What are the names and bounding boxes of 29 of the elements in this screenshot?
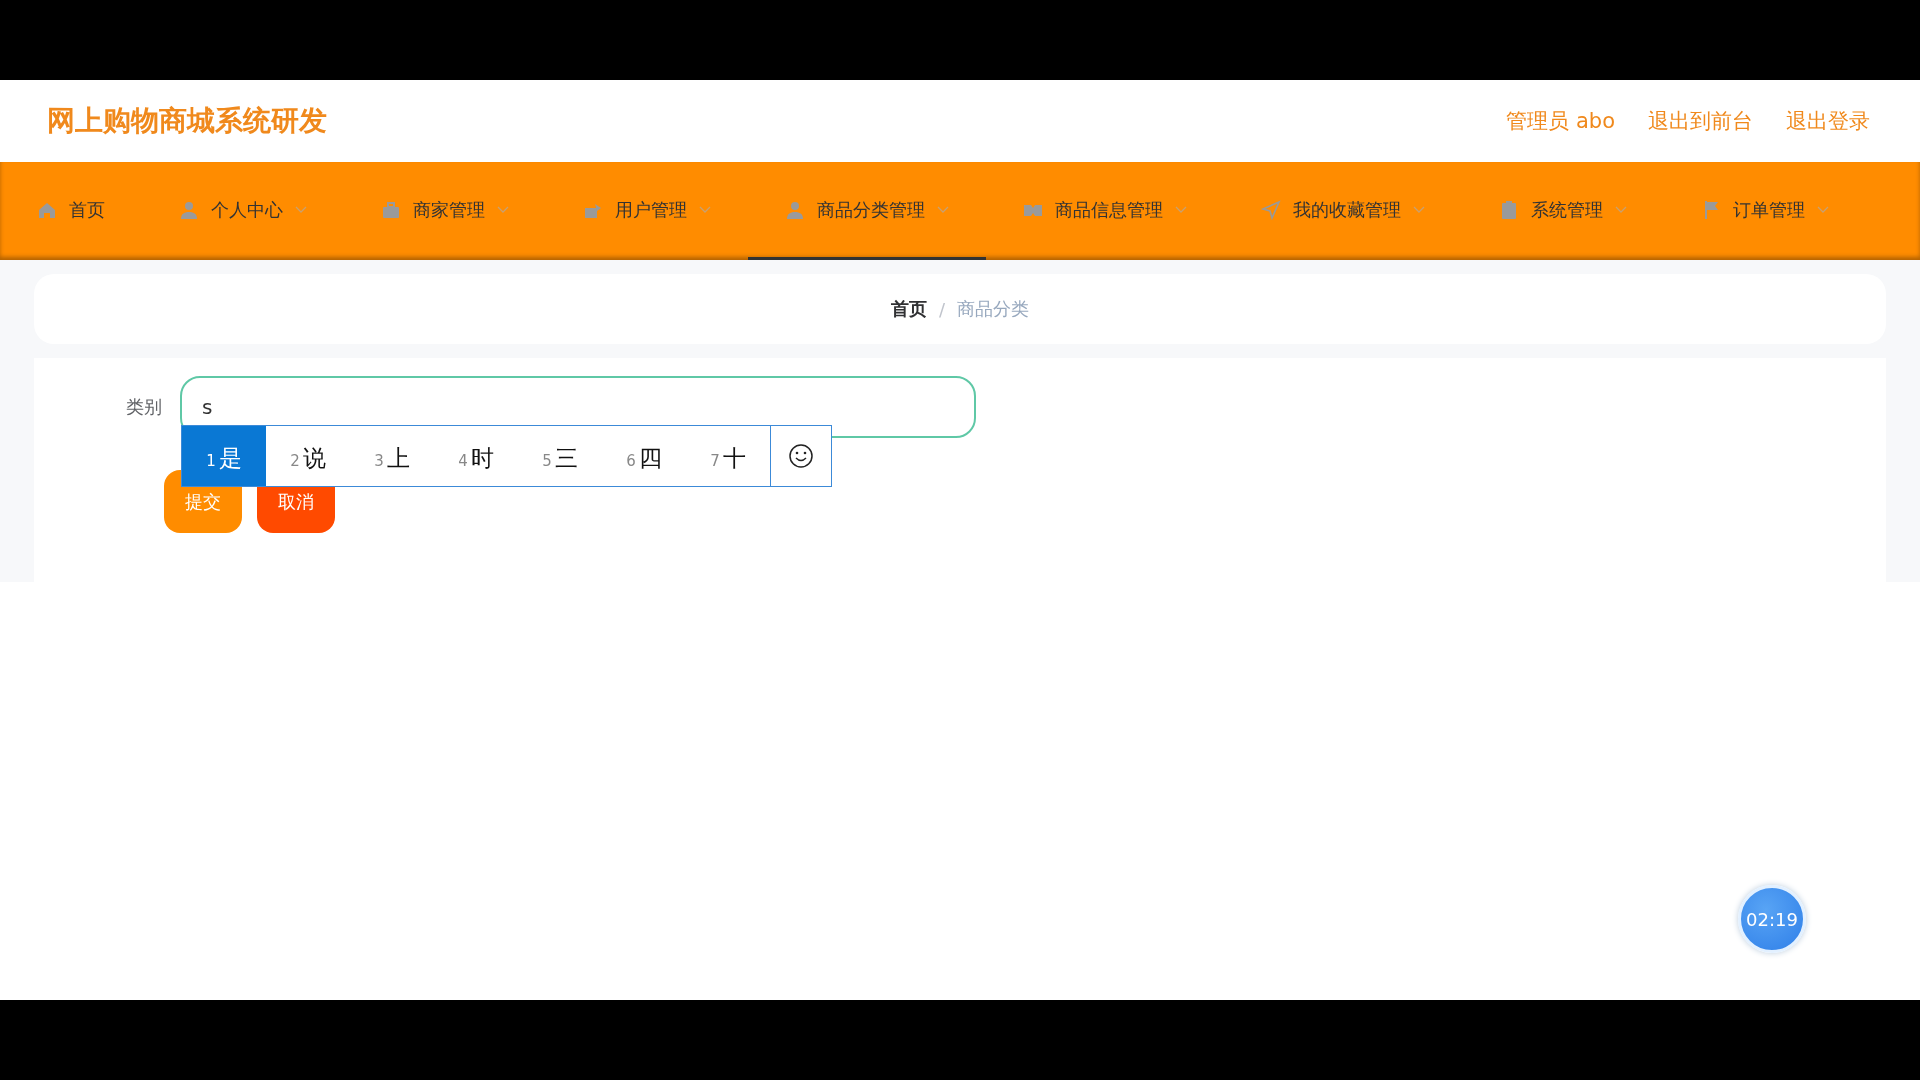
- timer-badge[interactable]: 02:19: [1738, 885, 1806, 953]
- clipboard-icon: [1499, 199, 1519, 220]
- field-label: 类别: [125, 395, 162, 419]
- nav-item[interactable]: 首页: [0, 162, 142, 260]
- nav-label: 系统管理: [1531, 197, 1603, 222]
- smiley-icon: [788, 443, 814, 469]
- nav-item[interactable]: 商家管理: [344, 162, 546, 260]
- nav-label: 商品分类管理: [817, 197, 925, 222]
- user-icon: [179, 199, 199, 220]
- nav-label: 个人中心: [211, 197, 283, 222]
- nav-label: 商品信息管理: [1055, 197, 1163, 222]
- nav-label: 订单管理: [1733, 197, 1805, 222]
- nav-label: 我的收藏管理: [1293, 197, 1401, 222]
- nav-item[interactable]: 商品信息管理: [986, 162, 1224, 260]
- briefcase-icon: [381, 199, 401, 220]
- nav-item[interactable]: 用户管理: [546, 162, 748, 260]
- nav-item[interactable]: 个人中心: [142, 162, 344, 260]
- user-icon: [785, 199, 805, 220]
- breadcrumb-item[interactable]: 首页: [890, 297, 927, 321]
- nav-item[interactable]: 订单管理: [1664, 162, 1866, 260]
- nav-label: 用户管理: [615, 197, 687, 222]
- ime-candidate[interactable]: 1 是: [182, 426, 266, 486]
- nav-label: 商家管理: [413, 197, 485, 222]
- nav-item[interactable]: 系统管理: [1462, 162, 1664, 260]
- site-title: 网上购物商城系统研发: [47, 103, 327, 139]
- breadcrumb-separator: /: [938, 298, 946, 320]
- nav-item[interactable]: 我的收藏管理: [1224, 162, 1462, 260]
- send-icon: [1261, 199, 1281, 220]
- nav-label: 首页: [69, 197, 105, 222]
